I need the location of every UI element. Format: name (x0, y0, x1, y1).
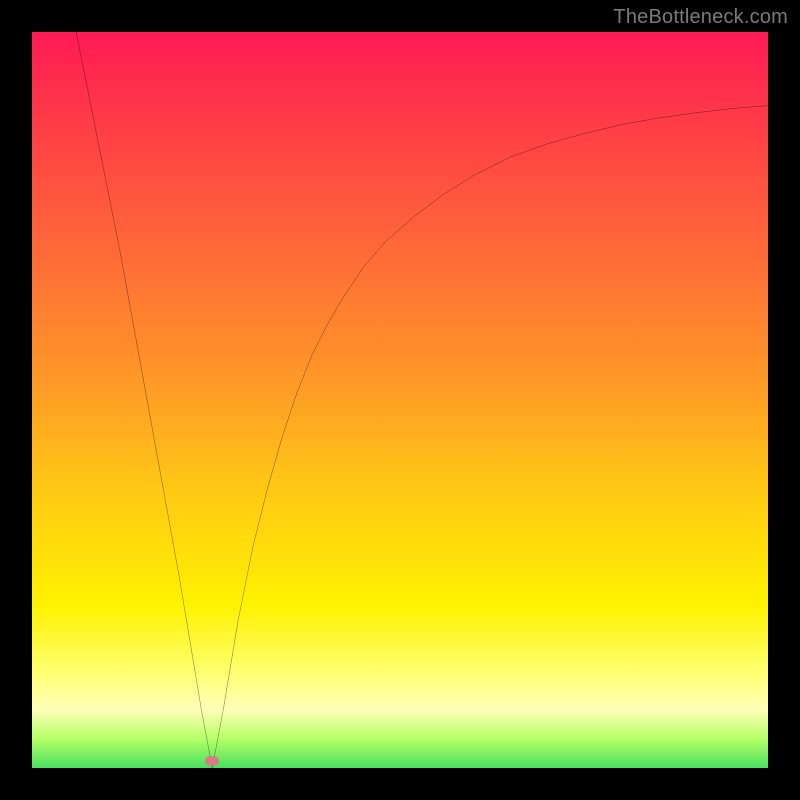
curve-svg (32, 32, 768, 768)
chart-frame: TheBottleneck.com (0, 0, 800, 800)
watermark-text: TheBottleneck.com (613, 6, 788, 29)
plot-area (32, 32, 768, 768)
bottleneck-curve (76, 32, 768, 768)
minimum-marker (205, 756, 219, 766)
